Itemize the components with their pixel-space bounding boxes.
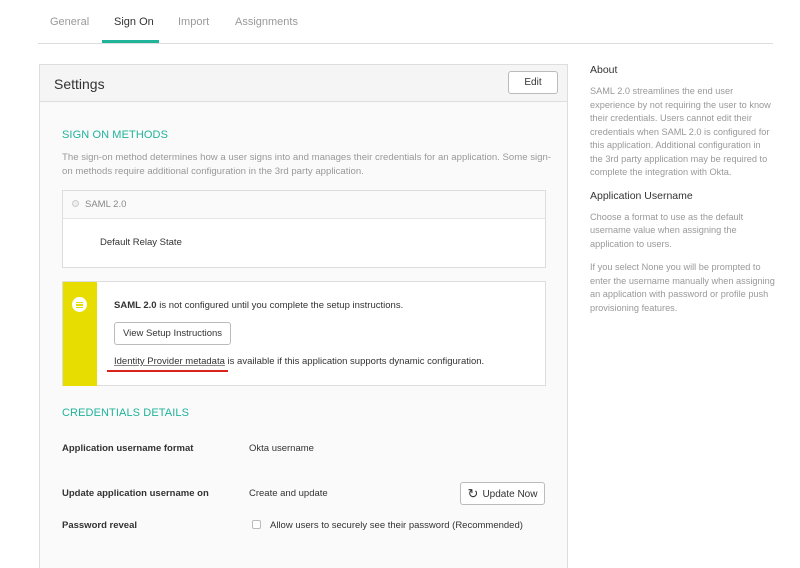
idp-link-highlight	[107, 370, 228, 372]
idp-metadata-line: Identity Provider metadata is available …	[114, 356, 484, 367]
username-format-label: Application username format	[62, 443, 194, 454]
edit-button[interactable]: Edit	[508, 71, 558, 94]
saml-radio[interactable]	[72, 200, 79, 207]
about-sidebar: About SAML 2.0 streamlines the end user …	[590, 64, 775, 325]
sign-on-description: The sign-on method determines how a user…	[62, 152, 552, 177]
view-setup-instructions-button[interactable]: View Setup Instructions	[114, 322, 231, 345]
update-username-value: Create and update	[249, 488, 328, 499]
idp-metadata-text: is available if this application support…	[224, 356, 485, 367]
settings-header: Settings Edit	[40, 65, 567, 102]
application-username-note: If you select None you will be prompted …	[590, 262, 775, 313]
password-reveal-checkbox[interactable]	[252, 520, 261, 529]
tab-assignments[interactable]: Assignments	[235, 16, 298, 28]
password-reveal-label: Password reveal	[62, 520, 137, 531]
saml-method-header: SAML 2.0	[63, 191, 545, 219]
credentials-details-heading: CREDENTIALS DETAILS	[62, 407, 190, 419]
warning-bold: SAML 2.0	[114, 300, 157, 311]
username-format-value: Okta username	[249, 443, 314, 454]
saml-label: SAML 2.0	[85, 199, 127, 210]
about-title: About	[590, 64, 618, 76]
idp-metadata-link[interactable]: Identity Provider metadata	[114, 356, 225, 367]
tab-sign-on[interactable]: Sign On	[114, 16, 154, 28]
sign-on-methods-heading: SIGN ON METHODS	[62, 129, 169, 141]
application-username-title: Application Username	[590, 189, 693, 202]
application-username-text: Choose a format to use as the default us…	[590, 211, 744, 249]
settings-panel: Settings Edit SIGN ON METHODS The sign-o…	[39, 64, 568, 568]
update-now-button[interactable]: ↻ Update Now	[460, 482, 545, 505]
list-icon	[72, 297, 87, 312]
warning-bar	[63, 282, 97, 386]
password-reveal-option[interactable]: Allow users to securely see their passwo…	[270, 520, 523, 531]
tab-general[interactable]: General	[50, 16, 89, 28]
warning-message: is not configured until you complete the…	[156, 300, 404, 311]
about-text: SAML 2.0 streamlines the end user experi…	[590, 86, 771, 177]
update-now-label: Update Now	[482, 488, 538, 500]
tab-bar: General Sign On Import Assignments	[38, 0, 773, 44]
update-username-label: Update application username on	[62, 488, 209, 499]
default-relay-state-label: Default Relay State	[100, 237, 182, 248]
setup-warning-box: SAML 2.0 is not configured until you com…	[62, 281, 546, 386]
saml-method-box: SAML 2.0 Default Relay State	[62, 190, 546, 268]
tab-import[interactable]: Import	[178, 16, 209, 28]
refresh-icon: ↻	[467, 485, 479, 501]
warning-text: SAML 2.0 is not configured until you com…	[114, 300, 403, 311]
active-tab-indicator	[102, 40, 159, 43]
settings-title: Settings	[54, 76, 105, 92]
